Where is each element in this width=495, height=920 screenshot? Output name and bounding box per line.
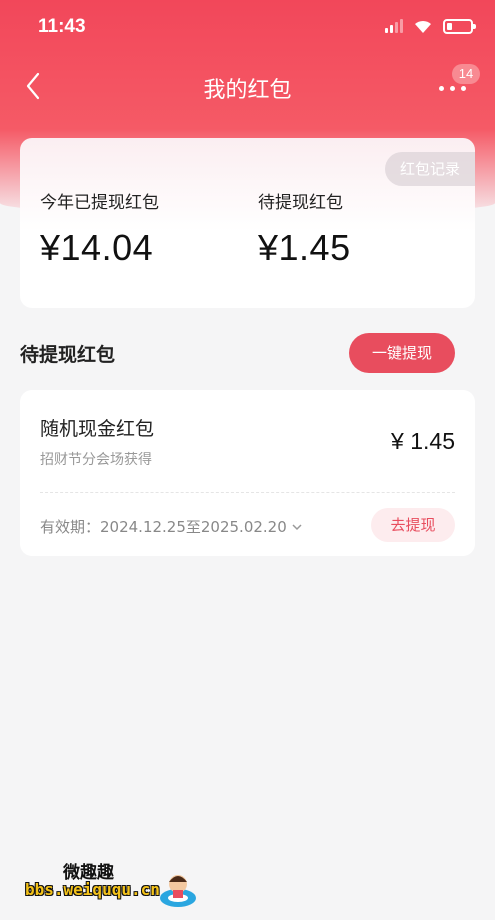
redpacket-record-button[interactable]: 红包记录 xyxy=(385,152,475,186)
summary-card: 红包记录 今年已提现红包 ¥14.04 待提现红包 ¥1.45 xyxy=(20,138,475,308)
redpacket-amount: ¥ 1.45 xyxy=(391,428,455,454)
pending-value: ¥1.45 xyxy=(258,227,351,268)
watermark-url: bbs.weiququ.cn xyxy=(25,880,160,899)
pending-summary: 待提现红包 ¥1.45 xyxy=(258,188,351,269)
chevron-down-icon xyxy=(292,523,302,530)
go-withdraw-button[interactable]: 去提现 xyxy=(371,508,455,542)
withdrawn-label: 今年已提现红包 xyxy=(40,193,159,213)
section-title: 待提现红包 xyxy=(20,344,116,366)
status-bar: 11:43 xyxy=(0,0,495,60)
status-icons xyxy=(385,18,476,34)
redpacket-name: 随机现金红包 xyxy=(40,418,155,440)
page-title: 我的红包 xyxy=(203,78,292,103)
watermark: 微趣趣 bbs.weiququ.cn xyxy=(5,850,205,920)
wifi-icon xyxy=(415,20,431,33)
status-time: 11:43 xyxy=(38,16,86,37)
dashed-divider xyxy=(40,492,455,493)
validity-toggle[interactable]: 有效期：2024.12.25至2025.02.20 xyxy=(40,516,303,537)
signal-icon xyxy=(385,19,403,33)
redpacket-source: 招财节分会场获得 xyxy=(40,452,152,468)
redpacket-item: 随机现金红包 招财节分会场获得 ¥ 1.45 有效期：2024.12.25至20… xyxy=(20,390,475,556)
validity-text: 有效期：2024.12.25至2025.02.20 xyxy=(40,518,287,536)
pending-label: 待提现红包 xyxy=(258,193,343,213)
withdrawn-value: ¥14.04 xyxy=(40,227,154,268)
withdrawn-summary: 今年已提现红包 ¥14.04 xyxy=(40,188,159,269)
message-count-badge: 14 xyxy=(452,64,480,84)
withdraw-all-button[interactable]: 一键提现 xyxy=(349,333,455,373)
mascot-logo-icon xyxy=(160,875,196,907)
navigation-bar: 我的红包 14 xyxy=(0,60,495,112)
more-dots-icon xyxy=(439,86,466,91)
battery-icon xyxy=(443,18,476,34)
